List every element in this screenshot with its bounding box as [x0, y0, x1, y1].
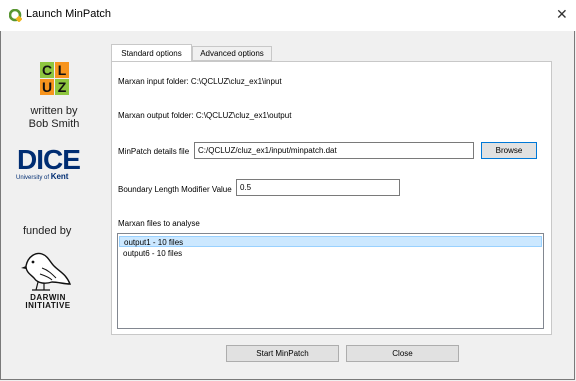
darwin-bird-icon — [21, 252, 72, 291]
written-by-text: written by Bob Smith — [22, 105, 86, 131]
start-minpatch-button[interactable]: Start MinPatch — [226, 345, 339, 362]
cluz-letter-u: U — [40, 79, 54, 95]
list-item-output6[interactable]: output6 - 10 files — [119, 248, 542, 259]
output-folder-label: Marxan output folder: C:\QCLUZ\cluz_ex1\… — [118, 111, 292, 120]
darwin-line2: INITIATIVE — [25, 301, 71, 310]
details-file-label: MinPatch details file — [118, 147, 190, 156]
blm-label: Boundary Length Modifier Value — [118, 185, 232, 194]
blm-input[interactable]: 0.5 — [236, 179, 400, 196]
close-button[interactable]: Close — [346, 345, 459, 362]
close-window-icon[interactable]: ✕ — [556, 6, 568, 23]
tab-standard-options[interactable]: Standard options — [111, 44, 192, 62]
files-label: Marxan files to analyse — [118, 219, 200, 228]
author-name: Bob Smith — [28, 118, 80, 130]
window-title: Launch MinPatch — [26, 8, 111, 20]
funded-by-label: funded by — [23, 225, 72, 237]
cluz-letter-c: C — [40, 62, 54, 78]
title-bar: Launch MinPatch ✕ — [0, 0, 576, 31]
written-by-label: written by — [30, 105, 78, 117]
list-item-output1[interactable]: output1 - 10 files — [119, 236, 542, 247]
university-name: Kent — [50, 172, 69, 181]
tab-advanced-options[interactable]: Advanced options — [192, 46, 272, 61]
files-listbox[interactable]: output1 - 10 files output6 - 10 files — [117, 233, 544, 329]
cluz-letter-z: Z — [55, 79, 69, 95]
qgis-icon — [9, 9, 22, 22]
browse-button[interactable]: Browse — [481, 142, 537, 159]
university-prefix: University of — [16, 175, 50, 181]
details-file-input[interactable]: C:/QCLUZ/cluz_ex1/input/minpatch.dat — [194, 142, 474, 159]
cluz-letter-l: L — [55, 62, 69, 78]
cluz-logo: C L U Z — [40, 62, 69, 95]
input-folder-label: Marxan input folder: C:\QCLUZ\cluz_ex1\i… — [118, 77, 282, 86]
darwin-initiative-text: DARWIN INITIATIVE — [23, 294, 73, 310]
university-of-kent-text: University of Kent — [16, 172, 68, 181]
